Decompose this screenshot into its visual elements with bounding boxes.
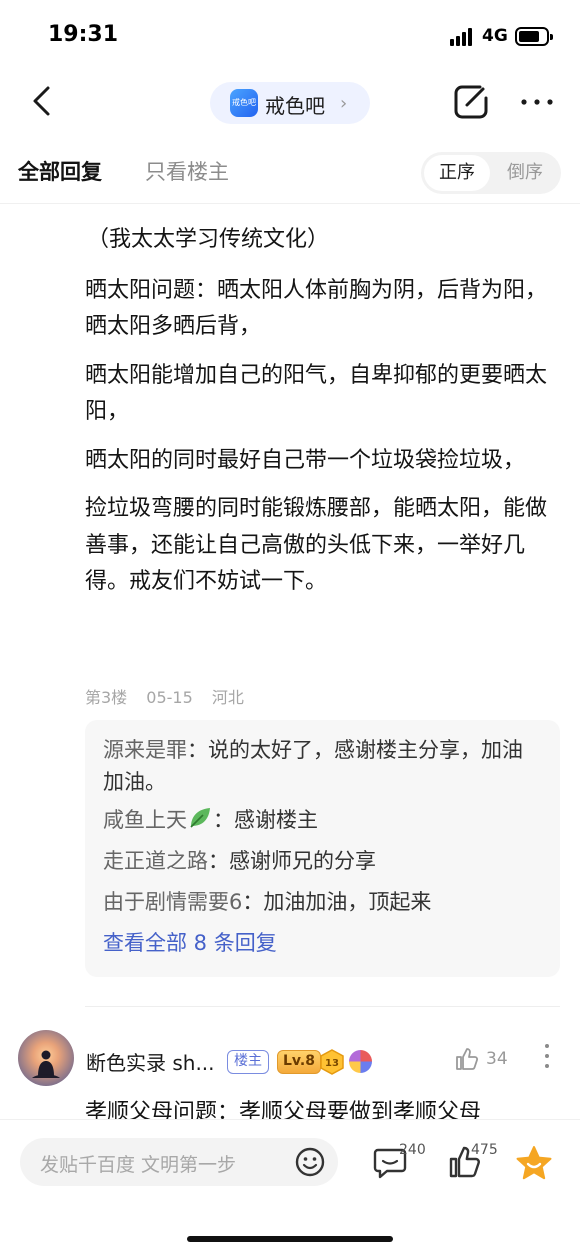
avatar[interactable] (18, 1030, 74, 1086)
username[interactable]: 断色实录 sh... (86, 1047, 215, 1076)
tab-author-only[interactable]: 只看楼主 (145, 156, 229, 186)
home-indicator (187, 1236, 393, 1242)
comment-count: 240 (399, 1142, 426, 1158)
battery-icon (515, 27, 553, 46)
post-content: （我太太学习传统文化） 晒太阳问题：晒太阳人体前胸为阴，后背为阳，晒太阳多晒后背… (85, 222, 560, 613)
post-paragraph: 晒太阳能增加自己的阳气，自卑抑郁的更要晒太阳， (85, 362, 548, 425)
sub-reply[interactable]: 源来是罪：说的太好了，感谢楼主分享，加油加油。 (103, 734, 542, 798)
forum-logo: 戒色吧 (230, 89, 258, 117)
sub-reply-author[interactable]: 由于剧情需要6 (103, 890, 242, 914)
meditation-figure-icon (32, 1050, 60, 1078)
chevron-right-icon: › (340, 93, 348, 114)
floor-number: 第3楼 (85, 688, 128, 707)
badge-icon (349, 1050, 372, 1073)
floor-header: 断色实录 sh... 楼主 Lv.8 13 34 (0, 1030, 580, 1090)
post-paragraph: （我太太学习传统文化） (87, 227, 330, 252)
like-count: 475 (471, 1142, 498, 1158)
sub-reply-author[interactable]: 咸鱼上天 (103, 808, 187, 832)
more-vertical-icon[interactable] (543, 1044, 551, 1074)
sort-descending-button[interactable]: 倒序 (493, 155, 557, 191)
chevron-left-icon (33, 86, 50, 116)
star-icon[interactable] (515, 1144, 553, 1182)
sub-reply-author[interactable]: 源来是罪 (103, 738, 187, 762)
more-button[interactable] (515, 82, 559, 122)
like-count: 34 (486, 1049, 508, 1069)
post-location: 河北 (211, 688, 244, 707)
sub-reply[interactable]: 咸鱼上天 ：感谢楼主 (103, 804, 542, 836)
post-meta: 第3楼 05-15 河北 (85, 684, 258, 708)
leaf-icon (190, 808, 210, 828)
reply-filter-bar: 全部回复 只看楼主 正序 倒序 (0, 142, 580, 204)
sub-reply-sep: ： (187, 738, 208, 762)
forum-link[interactable]: 戒色吧 戒色吧 › (210, 82, 370, 124)
author-badge: 楼主 (227, 1050, 269, 1074)
emoji-icon[interactable] (294, 1146, 326, 1178)
level-badge: Lv.8 (277, 1050, 321, 1074)
sub-reply-sep: ： (242, 890, 264, 914)
edit-icon (454, 85, 488, 119)
sub-reply[interactable]: 由于剧情需要6：加油加油，顶起来 (103, 886, 542, 918)
status-time: 19:31 (48, 22, 119, 47)
network-type: 4G (482, 26, 508, 46)
sub-reply-sep: ： (208, 849, 229, 873)
thumbs-up-icon[interactable] (454, 1046, 480, 1072)
post-paragraph: 捡垃圾弯腰的同时能锻炼腰部，能晒太阳，能做善事，还能让自己高傲的头低下来，一举好… (85, 496, 548, 594)
sub-reply-text: 加油加油，顶起来 (263, 890, 432, 914)
signal-icon (450, 28, 476, 46)
reply-input-placeholder: 发贴千百度 文明第一步 (40, 1154, 237, 1176)
more-horizontal-icon (521, 99, 553, 105)
divider (85, 1006, 560, 1007)
post-paragraph: 晒太阳问题：晒太阳人体前胸为阴，后背为阳，晒太阳多晒后背， (85, 277, 548, 340)
post-paragraph: 晒太阳的同时最好自己带一个垃圾袋捡垃圾， (85, 447, 526, 473)
sub-reply-text: 感谢师兄的分享 (229, 849, 376, 873)
reply-input[interactable]: 发贴千百度 文明第一步 (20, 1138, 338, 1186)
medal-icon: 13 (320, 1049, 344, 1075)
sub-reply[interactable]: 走正道之路：感谢师兄的分享 (103, 845, 542, 877)
sub-reply-sep: ： (213, 808, 234, 832)
tab-all-replies[interactable]: 全部回复 (18, 156, 102, 186)
bottom-action-bar: 发贴千百度 文明第一步 240 475 (0, 1120, 580, 1255)
sort-ascending-button[interactable]: 正序 (424, 155, 490, 191)
medal-number: 13 (325, 1058, 339, 1069)
view-all-replies-link[interactable]: 查看全部 8 条回复 (103, 927, 542, 959)
status-bar: 19:31 4G (0, 0, 580, 72)
edit-button[interactable] (450, 80, 492, 122)
sort-toggle: 正序 倒序 (421, 152, 561, 194)
sub-replies[interactable]: 源来是罪：说的太好了，感谢楼主分享，加油加油。 咸鱼上天 ：感谢楼主 走正道之路：… (85, 720, 560, 977)
back-button[interactable] (24, 82, 64, 122)
sub-reply-text: 感谢楼主 (234, 808, 318, 832)
forum-name: 戒色吧 (265, 94, 325, 118)
sub-reply-author[interactable]: 走正道之路 (103, 849, 208, 873)
post-date: 05-15 (146, 688, 193, 707)
nav-bar: 戒色吧 戒色吧 › (0, 72, 580, 134)
